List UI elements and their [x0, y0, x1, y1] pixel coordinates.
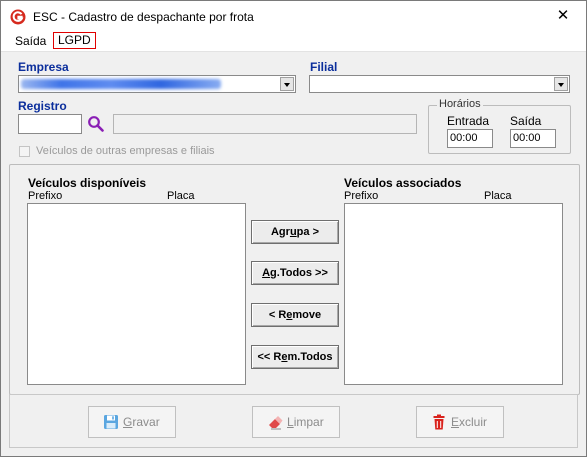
limpar-label: Limpar: [287, 415, 324, 429]
outras-empresas-label: Veículos de outras empresas e filiais: [36, 145, 215, 157]
entrada-input[interactable]: 00:00: [447, 129, 493, 148]
disponiveis-col-prefixo: Prefixo: [28, 190, 63, 202]
registro-name-field: [113, 114, 417, 134]
filial-label: Filial: [310, 60, 338, 74]
empresa-blurred-value: [21, 79, 221, 89]
saida-label: Saída: [510, 114, 542, 128]
window-title: ESC - Cadastro de despachante por frota: [33, 10, 254, 24]
associados-col-prefixo: Prefixo: [344, 190, 379, 202]
limpar-button[interactable]: Limpar: [252, 406, 340, 438]
menu-item-lgpd[interactable]: LGPD: [53, 32, 96, 49]
search-icon[interactable]: [87, 115, 105, 133]
main-window: ESC - Cadastro de despachante por frota …: [0, 0, 587, 457]
gravar-button[interactable]: Gravar: [88, 406, 176, 438]
close-icon[interactable]: ✕: [552, 7, 574, 25]
ag-todos-button[interactable]: Ag.Todos >>: [251, 261, 339, 285]
entrada-label: Entrada: [447, 114, 490, 128]
menu-item-saida[interactable]: Saída: [15, 34, 46, 48]
registro-label: Registro: [18, 99, 67, 113]
eraser-icon: [269, 416, 283, 430]
horarios-title: Horários: [437, 98, 483, 110]
excluir-button[interactable]: Excluir: [416, 406, 504, 438]
associados-title: Veículos associados: [344, 176, 462, 190]
filial-select[interactable]: [309, 75, 570, 93]
app-logo-icon: [10, 9, 26, 25]
gravar-label: Gravar: [123, 415, 160, 429]
excluir-label: Excluir: [451, 415, 488, 429]
agrupa-button[interactable]: Agrupa >: [251, 220, 339, 244]
menu-bar: Saída LGPD: [1, 31, 586, 52]
title-bar: ESC - Cadastro de despachante por frota …: [1, 1, 586, 31]
associados-listbox[interactable]: [344, 203, 563, 385]
outras-empresas-checkbox[interactable]: [19, 146, 30, 157]
registro-input[interactable]: [18, 114, 82, 134]
empresa-label: Empresa: [18, 60, 69, 74]
empresa-select[interactable]: [18, 75, 296, 93]
disponiveis-col-placa: Placa: [167, 190, 195, 202]
actions-panel: Gravar Limpar Excluir: [9, 394, 578, 448]
trash-icon: [433, 414, 445, 430]
chevron-down-icon[interactable]: [554, 77, 568, 91]
chevron-down-icon[interactable]: [280, 77, 294, 91]
rem-todos-button[interactable]: << Rem.Todos: [251, 345, 339, 369]
disponiveis-title: Veículos disponíveis: [28, 176, 147, 190]
floppy-disk-icon: [104, 415, 118, 429]
associados-col-placa: Placa: [484, 190, 512, 202]
disponiveis-listbox[interactable]: [27, 203, 246, 385]
saida-input[interactable]: 00:00: [510, 129, 556, 148]
remove-button[interactable]: < Remove: [251, 303, 339, 327]
